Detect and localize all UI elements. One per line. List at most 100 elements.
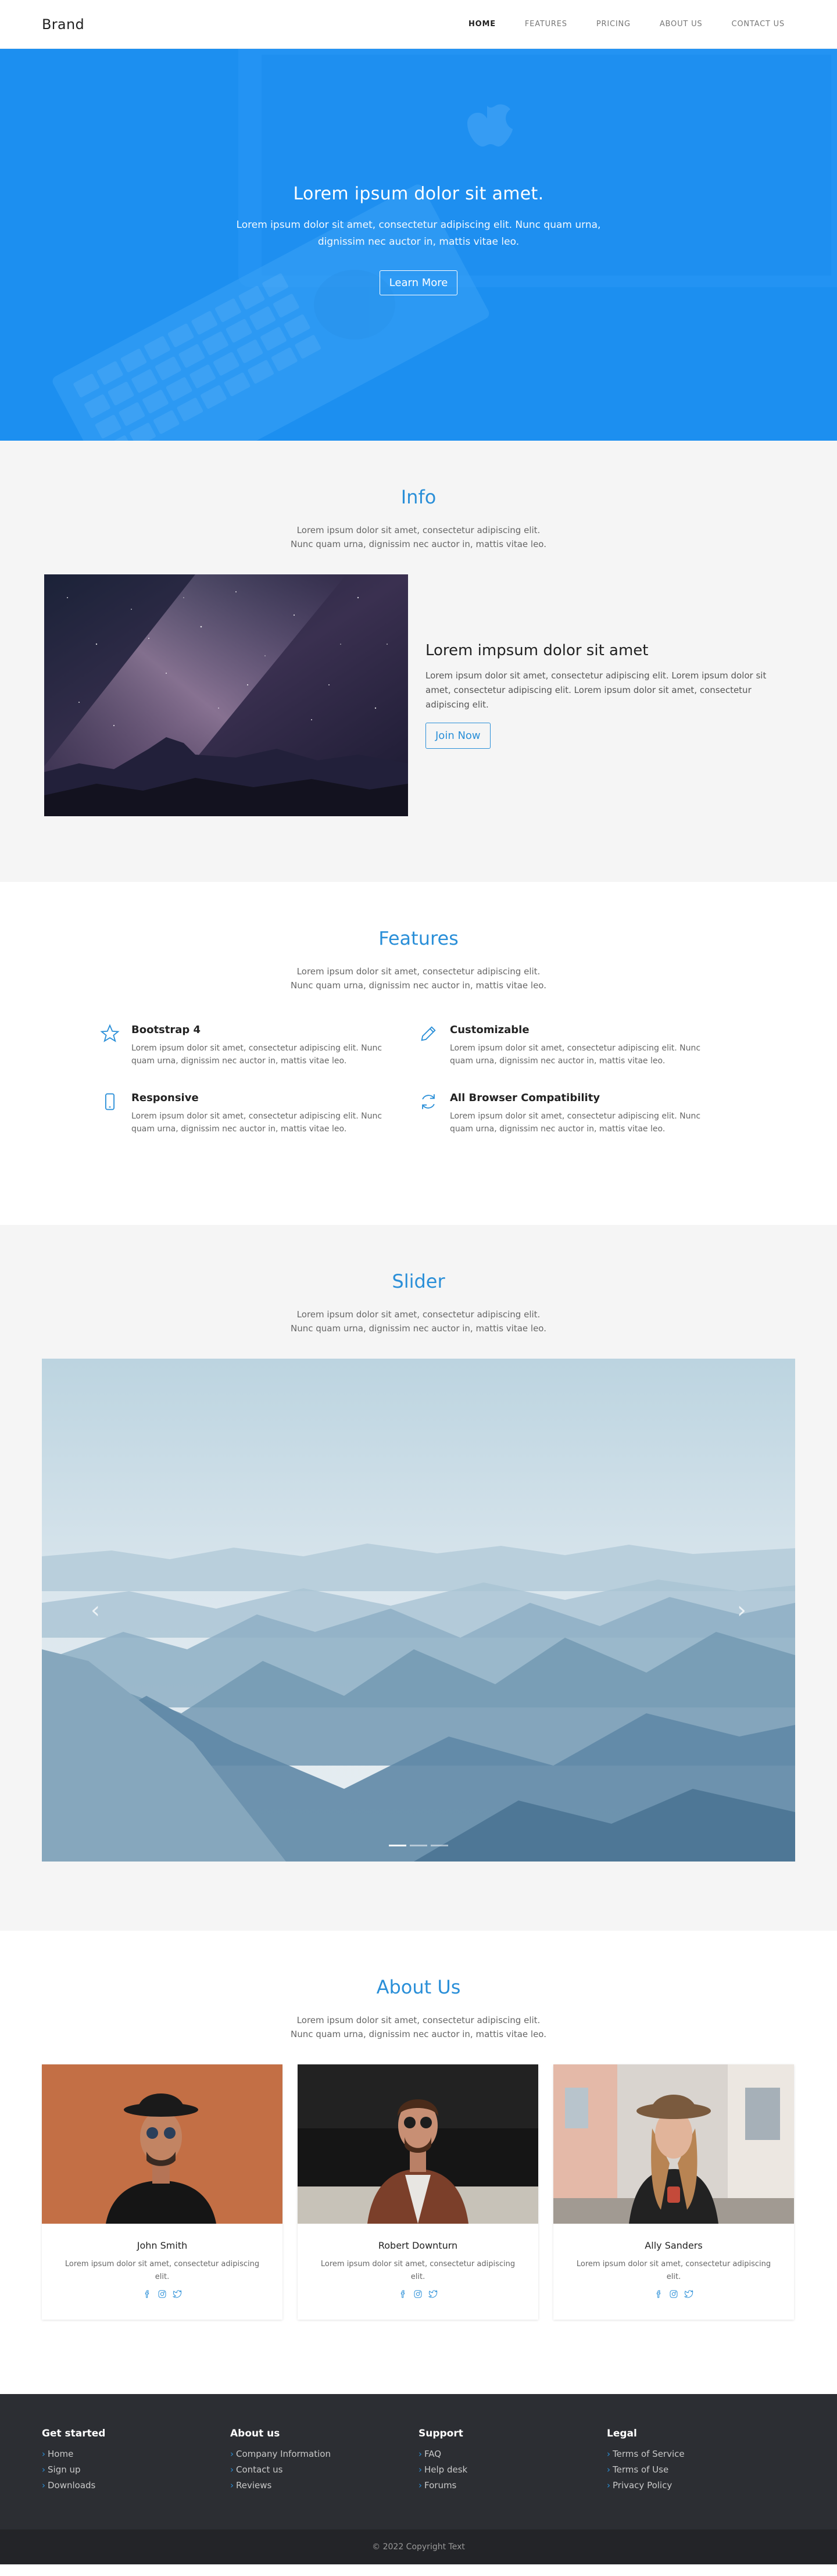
team-photo xyxy=(42,2064,282,2224)
twitter-icon[interactable] xyxy=(684,2289,693,2299)
team-member-name: Ally Sanders xyxy=(645,2240,703,2251)
facebook-icon[interactable] xyxy=(654,2289,663,2299)
feature-title: Bootstrap 4 xyxy=(131,1024,201,1036)
instagram-icon[interactable] xyxy=(413,2289,423,2299)
about-section: About Us Lorem ipsum dolor sit amet, con… xyxy=(0,1931,837,2394)
hero-text: Lorem ipsum dolor sit amet, consectetur … xyxy=(236,219,601,248)
carousel-prev-arrow[interactable]: ‹ xyxy=(91,1597,100,1624)
pencil-icon xyxy=(421,1026,436,1041)
team-card: Ally Sanders Lorem ipsum dolor sit amet,… xyxy=(553,2064,794,2320)
chevron-right-icon: › xyxy=(42,2449,45,2459)
footer-link[interactable]: › Reviews xyxy=(230,2478,419,2493)
feature-item: Responsive Lorem ipsum dolor sit amet, c… xyxy=(100,1092,419,1135)
features-subtitle: Lorem ipsum dolor sit amet, consectetur … xyxy=(291,966,546,991)
footer-link[interactable]: › Privacy Policy xyxy=(607,2478,795,2493)
info-paragraph: Lorem ipsum dolor sit amet, consectetur … xyxy=(425,670,767,710)
chevron-right-icon: › xyxy=(607,2464,610,2475)
learn-more-button[interactable]: Learn More xyxy=(379,270,458,295)
feature-title: Customizable xyxy=(450,1024,530,1036)
footer: Get started › Home › Sign up › Downloads Ab… xyxy=(0,2394,837,2529)
team-member-text: Lorem ipsum dolor sit amet, consectetur … xyxy=(65,2260,260,2281)
team-card: John Smith Lorem ipsum dolor sit amet, c… xyxy=(42,2064,282,2320)
twitter-icon[interactable] xyxy=(428,2289,438,2299)
carousel-indicator[interactable] xyxy=(389,1845,406,1846)
footer-link[interactable]: › Terms of Service xyxy=(607,2446,795,2462)
footer-link[interactable]: › Forums xyxy=(419,2478,607,2493)
features-grid: Bootstrap 4 Lorem ipsum dolor sit amet, … xyxy=(100,1024,737,1135)
info-heading: Lorem impsum dolor sit amet xyxy=(425,642,649,659)
feature-item: Customizable Lorem ipsum dolor sit amet,… xyxy=(419,1024,737,1067)
footer-link[interactable]: › FAQ xyxy=(419,2446,607,2462)
team-photo xyxy=(553,2064,794,2224)
carousel-indicator[interactable] xyxy=(431,1845,448,1846)
twitter-icon[interactable] xyxy=(173,2289,182,2299)
feature-text: Lorem ipsum dolor sit amet, consectetur … xyxy=(450,1112,701,1134)
footer-link[interactable]: › Company Information xyxy=(230,2446,419,2462)
image-carousel[interactable]: ‹ › xyxy=(42,1359,795,1862)
footer-column-title: Legal xyxy=(607,2428,637,2439)
hero-title: Lorem ipsum dolor sit amet. xyxy=(293,184,544,204)
features-section: Features Lorem ipsum dolor sit amet, con… xyxy=(0,882,837,1225)
chevron-right-icon: › xyxy=(230,2480,234,2491)
instagram-icon[interactable] xyxy=(669,2289,678,2299)
feature-text: Lorem ipsum dolor sit amet, consectetur … xyxy=(450,1044,701,1066)
social-links xyxy=(56,2289,269,2299)
info-subtitle: Lorem ipsum dolor sit amet, consectetur … xyxy=(291,525,546,549)
feature-title: Responsive xyxy=(131,1092,199,1104)
team-member-text: Lorem ipsum dolor sit amet, consectetur … xyxy=(576,2260,771,2281)
chevron-right-icon: › xyxy=(42,2480,45,2491)
team-card: Robert Downturn Lorem ipsum dolor sit am… xyxy=(298,2064,538,2320)
footer-column: Legal › Terms of Service › Terms of Use › P… xyxy=(607,2428,795,2493)
social-links xyxy=(567,2289,780,2299)
footer-column: About us › Company Information › Contact u… xyxy=(230,2428,419,2493)
nav-link-about-us[interactable]: ABOUT US xyxy=(649,15,713,33)
team-member-text: Lorem ipsum dolor sit amet, consectetur … xyxy=(320,2260,516,2281)
info-section: Info Lorem ipsum dolor sit amet, consect… xyxy=(0,441,837,882)
carousel-next-arrow[interactable]: › xyxy=(737,1597,746,1624)
chevron-right-icon: › xyxy=(419,2449,422,2459)
nav-link-pricing[interactable]: PRICING xyxy=(586,15,641,33)
footer-link[interactable]: › Downloads xyxy=(42,2478,230,2493)
team-card-body: Ally Sanders Lorem ipsum dolor sit amet,… xyxy=(553,2224,794,2320)
team-photo xyxy=(298,2064,538,2224)
phone-icon xyxy=(105,1093,115,1110)
footer-link[interactable]: › Contact us xyxy=(230,2462,419,2478)
facebook-icon[interactable] xyxy=(142,2289,152,2299)
chevron-right-icon: › xyxy=(419,2464,422,2475)
brand-logo[interactable]: Brand xyxy=(42,16,84,33)
slider-section: Slider Lorem ipsum dolor sit amet, conse… xyxy=(0,1225,837,1931)
nav-link-contact-us[interactable]: CONTACT US xyxy=(721,15,795,33)
footer-link[interactable]: › Help desk xyxy=(419,2462,607,2478)
star-icon xyxy=(100,1024,120,1042)
join-now-button[interactable]: Join Now xyxy=(425,723,491,749)
team-card-body: Robert Downturn Lorem ipsum dolor sit am… xyxy=(298,2224,538,2320)
carousel-indicator[interactable] xyxy=(410,1845,427,1846)
copyright-bar: © 2022 Copyright Text xyxy=(0,2529,837,2564)
nav-link-features[interactable]: FEATURES xyxy=(514,15,578,33)
footer-column-title: Support xyxy=(419,2428,463,2439)
chevron-right-icon: › xyxy=(607,2449,610,2459)
footer-link[interactable]: › Sign up xyxy=(42,2462,230,2478)
info-text-block: Lorem impsum dolor sit amet Lorem ipsum … xyxy=(425,642,786,749)
facebook-icon[interactable] xyxy=(398,2289,407,2299)
refresh-icon xyxy=(422,1094,435,1109)
footer-column: Get started › Home › Sign up › Downloads xyxy=(42,2428,230,2493)
info-title: Info xyxy=(400,486,437,508)
feature-title: All Browser Compatibility xyxy=(450,1092,600,1104)
footer-link[interactable]: › Terms of Use xyxy=(607,2462,795,2478)
nav-link-home[interactable]: HOME xyxy=(458,15,506,33)
footer-column: Support › FAQ › Help desk › Forums xyxy=(419,2428,607,2493)
about-title: About Us xyxy=(376,1976,461,1998)
milky-way-image xyxy=(44,574,408,816)
slider-subtitle: Lorem ipsum dolor sit amet, consectetur … xyxy=(291,1309,546,1334)
info-row: Lorem impsum dolor sit amet Lorem ipsum … xyxy=(42,574,795,816)
footer-link[interactable]: › Home xyxy=(42,2446,230,2462)
footer-columns: Get started › Home › Sign up › Downloads Ab… xyxy=(42,2428,795,2493)
about-subtitle: Lorem ipsum dolor sit amet, consectetur … xyxy=(291,2015,546,2039)
chevron-right-icon: › xyxy=(230,2464,234,2475)
team-member-name: John Smith xyxy=(137,2240,188,2251)
nav-links: HOME FEATURES PRICING ABOUT US CONTACT U… xyxy=(458,15,795,33)
chevron-right-icon: › xyxy=(230,2449,234,2459)
instagram-icon[interactable] xyxy=(158,2289,167,2299)
navbar: Brand HOME FEATURES PRICING ABOUT US CON… xyxy=(0,0,837,49)
